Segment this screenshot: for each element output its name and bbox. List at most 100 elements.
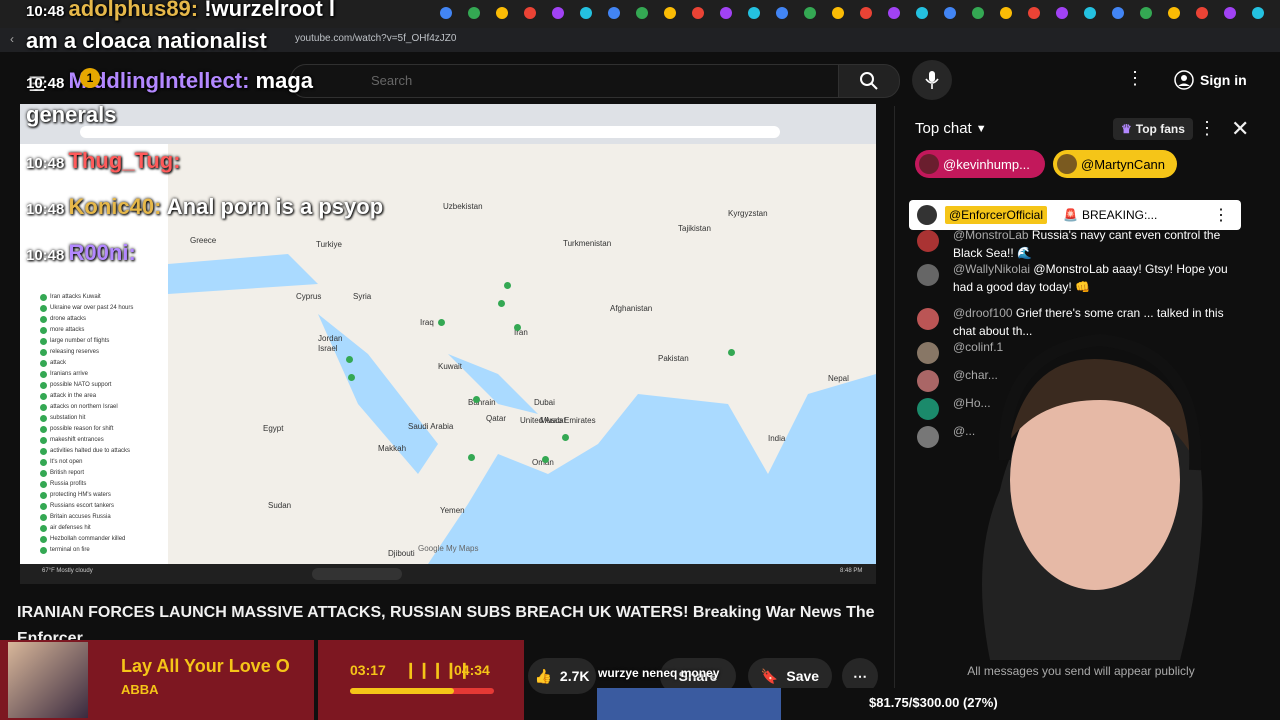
browser-address-bar[interactable]: ‹ (0, 28, 1280, 52)
map-pin-icon[interactable] (562, 434, 569, 441)
map-pin-icon[interactable] (346, 356, 353, 363)
tab-favicon-icon[interactable] (496, 7, 508, 19)
map-country-label: India (768, 434, 786, 443)
tab-favicon-icon[interactable] (1168, 7, 1180, 19)
tab-favicon-icon[interactable] (1084, 7, 1096, 19)
sign-in-button[interactable]: Sign in (1162, 64, 1259, 96)
close-icon[interactable]: ✕ (1231, 116, 1249, 142)
tab-favicon-icon[interactable] (552, 7, 564, 19)
voice-search-button[interactable] (912, 60, 952, 100)
menu-icon[interactable]: ☰ (28, 72, 46, 97)
map-pin-icon[interactable] (438, 319, 445, 326)
tab-favicon-icon[interactable] (1140, 7, 1152, 19)
back-icon[interactable]: ‹ (10, 32, 14, 46)
like-button[interactable]: 👍 2.7K (528, 658, 596, 694)
chat-message[interactable]: @WallyNikolai @MonstroLab aaay! Gtsy! Ho… (953, 260, 1243, 296)
event-list-item[interactable]: activities halted due to attacks (50, 448, 130, 454)
tab-favicon-icon[interactable] (1196, 7, 1208, 19)
tab-favicon-icon[interactable] (832, 7, 844, 19)
tab-favicon-icon[interactable] (1028, 7, 1040, 19)
tab-favicon-icon[interactable] (664, 7, 676, 19)
event-list-item[interactable]: attacks on northern Israel (50, 404, 118, 410)
map-pin-icon[interactable] (498, 300, 505, 307)
pinned-menu-icon[interactable]: ⋮ (1213, 205, 1229, 225)
tab-favicon-icon[interactable] (944, 7, 956, 19)
settings-menu-icon[interactable]: ⋮ (1126, 68, 1144, 89)
tab-favicon-icon[interactable] (1224, 7, 1236, 19)
event-list-item[interactable]: It's not open (50, 459, 83, 465)
search-button[interactable] (838, 64, 900, 98)
event-list-item[interactable]: Ukraine war over past 24 hours (50, 305, 133, 311)
pinned-user-pill-2[interactable]: @MartynCann (1053, 150, 1177, 178)
tab-favicon-icon[interactable] (776, 7, 788, 19)
event-list-item[interactable]: Iran attacks Kuwait (50, 294, 101, 300)
tab-favicon-icon[interactable] (748, 7, 760, 19)
tab-favicon-icon[interactable] (580, 7, 592, 19)
event-dot-icon (40, 437, 47, 444)
event-list-item[interactable]: attack (50, 360, 66, 366)
tab-favicon-icon[interactable] (692, 7, 704, 19)
event-list-item[interactable]: substation hit (50, 415, 85, 421)
event-list-item[interactable]: British report (50, 470, 84, 476)
event-list-item[interactable]: possible reason for shift (50, 426, 113, 432)
map-pin-icon[interactable] (728, 349, 735, 356)
event-list-item[interactable]: Russia profits (50, 481, 86, 487)
event-list-item[interactable]: Russians escort tankers (50, 503, 114, 509)
chat-menu-icon[interactable]: ⋮ (1198, 118, 1216, 139)
tab-favicon-icon[interactable] (1112, 7, 1124, 19)
tab-favicon-icon[interactable] (1252, 7, 1264, 19)
event-list-item[interactable]: makeshift entrances (50, 437, 104, 443)
event-list-item[interactable]: attack in the area (50, 393, 96, 399)
tab-favicon-icon[interactable] (1000, 7, 1012, 19)
chat-mode-dropdown[interactable]: Top chat ▼ (915, 120, 987, 137)
map-pin-icon[interactable] (514, 324, 521, 331)
map-pin-icon[interactable] (468, 454, 475, 461)
event-list-item[interactable]: Iranians arrive (50, 371, 88, 377)
tab-favicon-icon[interactable] (860, 7, 872, 19)
map-pin-icon[interactable] (542, 456, 549, 463)
chat-message[interactable]: @MonstroLab Russia's navy cant even cont… (953, 226, 1243, 262)
tab-favicon-icon[interactable] (608, 7, 620, 19)
map-legend-panel: Iran attacks Kuwait Ukraine war over past… (20, 144, 168, 564)
tab-favicon-icon[interactable] (916, 7, 928, 19)
event-list-item[interactable]: possible NATO support (50, 382, 111, 388)
map-pin-icon[interactable] (504, 282, 511, 289)
song-progress-fill (350, 688, 454, 694)
tab-favicon-icon[interactable] (1056, 7, 1068, 19)
event-list-item[interactable]: terminal on fire (50, 547, 90, 553)
event-list-item[interactable]: Hezbollah commander killed (50, 536, 125, 542)
taskbar-search (312, 568, 402, 580)
tab-favicon-icon[interactable] (720, 7, 732, 19)
tab-favicon-icon[interactable] (972, 7, 984, 19)
video-player[interactable]: Iran attacks Kuwait Ukraine war over past… (20, 104, 876, 584)
url-text[interactable]: youtube.com/watch?v=5f_OHf4zJZ0 (295, 33, 456, 44)
event-list-item[interactable]: drone attacks (50, 316, 86, 322)
event-list-item[interactable]: large number of flights (50, 338, 109, 344)
event-list-item[interactable]: releasing reserves (50, 349, 99, 355)
event-dot-icon (40, 305, 47, 312)
tab-favicon-icon[interactable] (888, 7, 900, 19)
chat-author: @WallyNikolai (953, 262, 1034, 276)
avatar (1057, 154, 1077, 174)
map-pin-icon[interactable] (348, 374, 355, 381)
map-pin-icon[interactable] (473, 396, 480, 403)
event-list-item[interactable]: more attacks (50, 327, 84, 333)
tab-favicon-icon[interactable] (636, 7, 648, 19)
taskbar-weather: 67°F Mostly cloudy (42, 568, 93, 574)
avatar[interactable] (917, 264, 939, 286)
tab-favicon-icon[interactable] (804, 7, 816, 19)
tab-favicon-icon[interactable] (468, 7, 480, 19)
search-input[interactable]: Search (290, 64, 840, 98)
top-fans-button[interactable]: ♛ Top fans (1113, 118, 1193, 140)
pinned-user-pill-1[interactable]: @kevinhump... (915, 150, 1045, 178)
song-timer: 03:17 ❙❙❙❙❙ 04:34 (318, 640, 524, 720)
event-list-item[interactable]: protecting HM's waters (50, 492, 111, 498)
event-list-item[interactable]: air defenses hit (50, 525, 91, 531)
tab-favicon-icon[interactable] (524, 7, 536, 19)
pinned-user-1: @kevinhump... (943, 156, 1030, 172)
tab-favicon-icon[interactable] (440, 7, 452, 19)
map-country-label: Turkmenistan (563, 239, 612, 248)
event-list-item[interactable]: Britain accuses Russia (50, 514, 111, 520)
tab-icons-row[interactable] (300, 0, 1264, 28)
avatar[interactable] (917, 230, 939, 252)
